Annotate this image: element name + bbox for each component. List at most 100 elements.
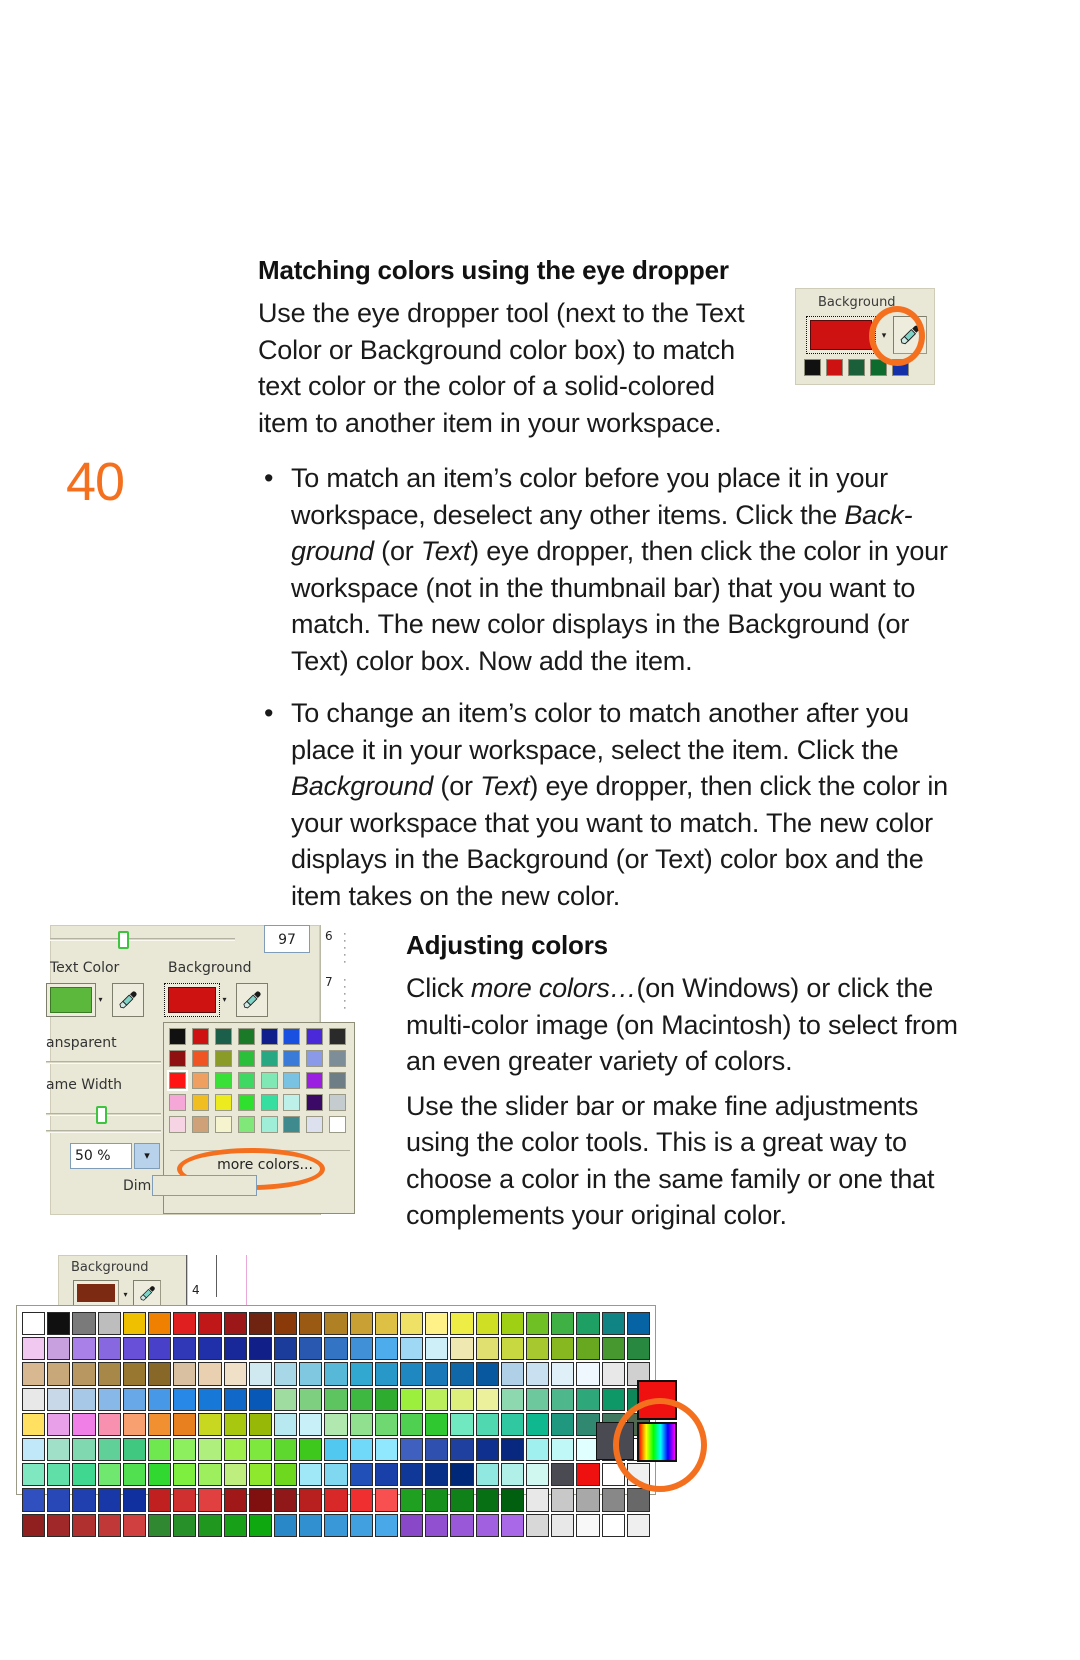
palette-swatch[interactable]	[47, 1337, 71, 1361]
palette-swatch[interactable]	[283, 1116, 301, 1133]
palette-swatch[interactable]	[299, 1463, 323, 1487]
palette-swatch[interactable]	[324, 1488, 348, 1512]
palette-swatch[interactable]	[324, 1362, 348, 1386]
palette-swatch[interactable]	[248, 1362, 273, 1386]
palette-swatch[interactable]	[475, 1488, 499, 1512]
palette-swatch[interactable]	[191, 1072, 209, 1089]
palette-swatch[interactable]	[306, 1072, 324, 1089]
chevron-down-icon-palette[interactable]: ▾	[119, 1284, 132, 1306]
palette-swatch[interactable]	[191, 1050, 209, 1067]
palette-swatch[interactable]	[551, 1362, 575, 1386]
palette-swatch[interactable]	[248, 1438, 273, 1462]
palette-swatch[interactable]	[626, 1337, 651, 1361]
palette-swatch[interactable]	[475, 1337, 499, 1361]
palette-swatch[interactable]	[97, 1488, 121, 1512]
palette-swatch[interactable]	[450, 1362, 474, 1386]
palette-swatch[interactable]	[274, 1337, 298, 1361]
palette-swatch[interactable]	[400, 1438, 424, 1462]
palette-swatch[interactable]	[223, 1412, 247, 1437]
palette-swatch[interactable]	[283, 1050, 301, 1067]
palette-swatch[interactable]	[22, 1387, 46, 1411]
palette-swatch[interactable]	[260, 1050, 278, 1067]
palette-swatch[interactable]	[626, 1513, 651, 1537]
palette-swatch[interactable]	[601, 1488, 625, 1512]
palette-swatch[interactable]	[450, 1513, 474, 1537]
palette-swatch[interactable]	[122, 1412, 147, 1437]
palette-swatch[interactable]	[97, 1463, 121, 1487]
palette-swatch[interactable]	[601, 1337, 625, 1361]
palette-swatch[interactable]	[248, 1312, 273, 1336]
palette-swatch[interactable]	[22, 1488, 46, 1512]
palette-swatch[interactable]	[400, 1463, 424, 1487]
palette-swatch[interactable]	[248, 1488, 273, 1512]
palette-swatch[interactable]	[425, 1513, 449, 1537]
palette-swatch[interactable]	[324, 1337, 348, 1361]
palette-swatch[interactable]	[223, 1337, 247, 1361]
slider-thumb-top[interactable]	[118, 931, 129, 949]
palette-swatch[interactable]	[450, 1488, 474, 1512]
large-color-palette-grid[interactable]	[16, 1305, 656, 1537]
palette-swatch[interactable]	[198, 1513, 222, 1537]
palette-swatch[interactable]	[148, 1438, 172, 1462]
palette-swatch[interactable]	[450, 1312, 474, 1336]
palette-swatch[interactable]	[47, 1412, 71, 1437]
palette-swatch[interactable]	[97, 1362, 121, 1386]
chevron-down-icon-background[interactable]: ▾	[218, 989, 231, 1011]
palette-swatch[interactable]	[169, 1028, 186, 1045]
palette-swatch[interactable]	[400, 1362, 424, 1386]
palette-swatch[interactable]	[329, 1050, 347, 1067]
palette-eyedropper-button[interactable]	[133, 1280, 161, 1306]
palette-swatch[interactable]	[299, 1438, 323, 1462]
palette-swatch[interactable]	[148, 1488, 172, 1512]
dim-field[interactable]	[152, 1175, 257, 1196]
palette-swatch[interactable]	[214, 1116, 232, 1133]
palette-swatch[interactable]	[374, 1312, 399, 1336]
palette-swatch[interactable]	[72, 1412, 96, 1437]
palette-swatch[interactable]	[198, 1337, 222, 1361]
palette-swatch[interactable]	[214, 1050, 232, 1067]
palette-swatch[interactable]	[329, 1072, 347, 1089]
palette-swatch[interactable]	[122, 1438, 147, 1462]
palette-swatch[interactable]	[214, 1094, 232, 1111]
palette-swatch[interactable]	[148, 1463, 172, 1487]
palette-swatch[interactable]	[306, 1116, 324, 1133]
palette-swatch[interactable]	[122, 1337, 147, 1361]
palette-swatch[interactable]	[47, 1312, 71, 1336]
palette-swatch[interactable]	[223, 1387, 247, 1411]
palette-swatch[interactable]	[324, 1463, 348, 1487]
palette-swatch[interactable]	[274, 1387, 298, 1411]
palette-swatch[interactable]	[626, 1312, 651, 1336]
palette-swatch[interactable]	[191, 1028, 209, 1045]
palette-swatch[interactable]	[283, 1072, 301, 1089]
palette-swatch[interactable]	[349, 1362, 373, 1386]
palette-swatch[interactable]	[500, 1387, 525, 1411]
palette-swatch[interactable]	[122, 1387, 147, 1411]
palette-swatch[interactable]	[173, 1438, 197, 1462]
palette-swatch[interactable]	[198, 1463, 222, 1487]
palette-swatch[interactable]	[374, 1488, 399, 1512]
palette-swatch[interactable]	[274, 1412, 298, 1437]
slider-thumb-frame-width[interactable]	[96, 1106, 107, 1124]
palette-swatch[interactable]	[248, 1387, 273, 1411]
palette-swatch[interactable]	[425, 1438, 449, 1462]
palette-swatch[interactable]	[526, 1312, 550, 1336]
palette-swatch[interactable]	[349, 1337, 373, 1361]
palette-swatch[interactable]	[374, 1387, 399, 1411]
text-color-well[interactable]	[46, 983, 96, 1017]
palette-swatch[interactable]	[526, 1488, 550, 1512]
palette-swatch[interactable]	[475, 1438, 499, 1462]
palette-swatch[interactable]	[450, 1463, 474, 1487]
palette-swatch[interactable]	[237, 1072, 255, 1089]
palette-swatch[interactable]	[173, 1337, 197, 1361]
palette-swatch[interactable]	[425, 1412, 449, 1437]
palette-swatch[interactable]	[526, 1362, 550, 1386]
palette-swatch[interactable]	[47, 1463, 71, 1487]
background-color-well[interactable]	[164, 983, 220, 1017]
palette-swatch[interactable]	[500, 1362, 525, 1386]
palette-swatch[interactable]	[283, 1094, 301, 1111]
palette-swatch[interactable]	[223, 1488, 247, 1512]
palette-swatch[interactable]	[576, 1362, 600, 1386]
palette-swatch[interactable]	[551, 1463, 575, 1487]
palette-swatch[interactable]	[274, 1463, 298, 1487]
slider-track-top[interactable]	[50, 938, 235, 941]
